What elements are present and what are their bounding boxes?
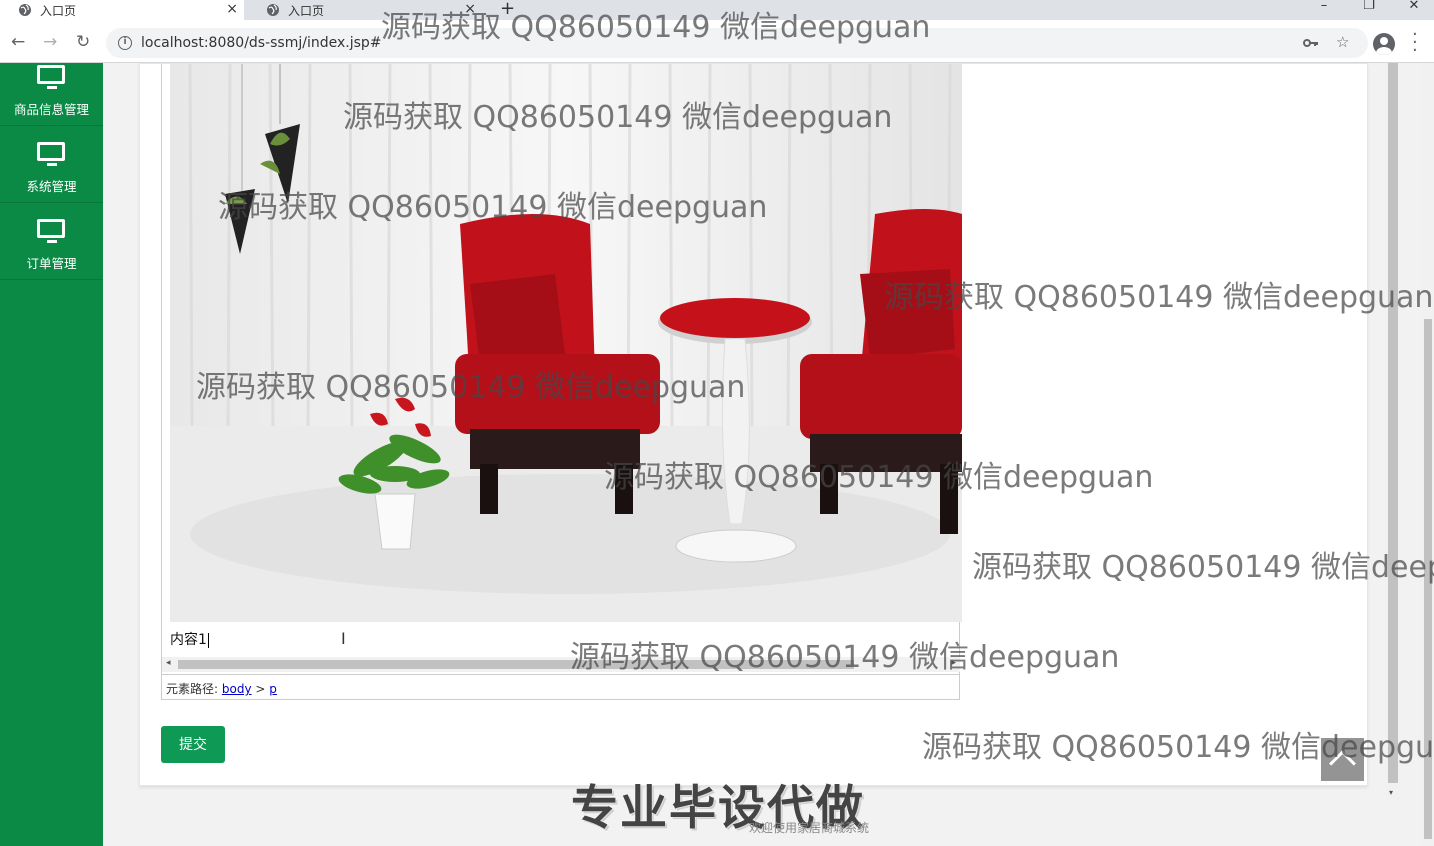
browser-tab-active[interactable]: 入口页 × <box>0 0 244 20</box>
sidebar-item-orders[interactable]: 订单管理 <box>0 203 103 280</box>
scroll-left-icon[interactable]: ◂ <box>166 658 171 668</box>
sidebar: 商品信息管理 系统管理 订单管理 <box>0 63 103 846</box>
tab-title: 入口页 <box>288 3 325 18</box>
footer-welcome-text: 欢迎使用家居商城系统 <box>749 821 870 835</box>
watermark-text: 源码获取 QQ86050149 微信deep <box>972 550 1434 585</box>
restore-icon[interactable]: ❐ <box>1349 0 1389 14</box>
submit-button[interactable]: 提交 <box>161 726 225 763</box>
more-menu-icon[interactable]: · · · <box>1412 26 1418 60</box>
form-panel: 内容1 I ◂ ▸ 元素路径: body > p 提交 <box>139 63 1368 786</box>
monitor-icon <box>37 219 65 243</box>
close-tab-icon[interactable]: × <box>226 1 238 17</box>
scroll-down-icon[interactable]: ▾ <box>1389 788 1393 797</box>
key-icon[interactable] <box>1303 35 1319 53</box>
path-separator: > <box>255 682 266 696</box>
element-path-label: 元素路径: <box>166 682 219 696</box>
star-icon[interactable]: ☆ <box>1336 33 1349 51</box>
globe-icon <box>18 3 32 17</box>
watermark-text: 源码获取 QQ86050149 微信deepguan <box>381 10 931 45</box>
globe-icon <box>266 3 280 17</box>
window-close-icon[interactable]: ✕ <box>1394 0 1434 14</box>
watermark-text: 源码获取 QQ86050149 微信deepguan <box>570 640 1120 675</box>
watermark-text: 源码获取 QQ86050149 微信deepguan <box>884 280 1434 315</box>
editor-content-text[interactable]: 内容1 <box>170 629 209 649</box>
sidebar-item-product-info[interactable]: 商品信息管理 <box>0 49 103 126</box>
info-icon[interactable]: i <box>118 36 132 50</box>
text-caret <box>207 632 209 648</box>
element-path-bar: 元素路径: body > p <box>162 674 960 700</box>
path-p-link[interactable]: p <box>269 682 277 696</box>
path-body-link[interactable]: body <box>222 682 252 696</box>
editor-image <box>170 64 962 622</box>
watermark-text: 源码获取 QQ86050149 微信deepguan <box>196 370 746 405</box>
sidebar-item-system[interactable]: 系统管理 <box>0 126 103 203</box>
minimize-icon[interactable]: – <box>1304 0 1344 14</box>
watermark-text: 源码获取 QQ86050149 微信deepguan <box>218 190 768 225</box>
tab-title: 入口页 <box>40 3 77 18</box>
watermark-text: 源码获取 QQ86050149 微信deepguan <box>343 100 893 135</box>
watermark-text: 源码获取 QQ86050149 微信deepguan <box>604 460 1154 495</box>
content-vertical-scrollbar[interactable]: ▴ ▾ <box>1386 63 1400 799</box>
sidebar-item-label: 商品信息管理 <box>13 102 89 117</box>
scrollbar-thumb[interactable] <box>1388 63 1398 783</box>
monitor-icon <box>37 142 65 166</box>
editor-paragraph[interactable]: 内容1 <box>170 632 207 648</box>
sidebar-item-label: 订单管理 <box>26 256 77 271</box>
sidebar-item-label: 系统管理 <box>26 179 77 194</box>
url-text[interactable]: localhost:8080/ds-ssmj/index.jsp# <box>141 35 382 51</box>
watermark-text: 源码获取 QQ86050149 微信deepgua <box>922 730 1434 765</box>
profile-avatar-icon[interactable] <box>1373 33 1395 55</box>
monitor-icon <box>37 65 65 89</box>
text-cursor-icon: I <box>341 629 346 648</box>
